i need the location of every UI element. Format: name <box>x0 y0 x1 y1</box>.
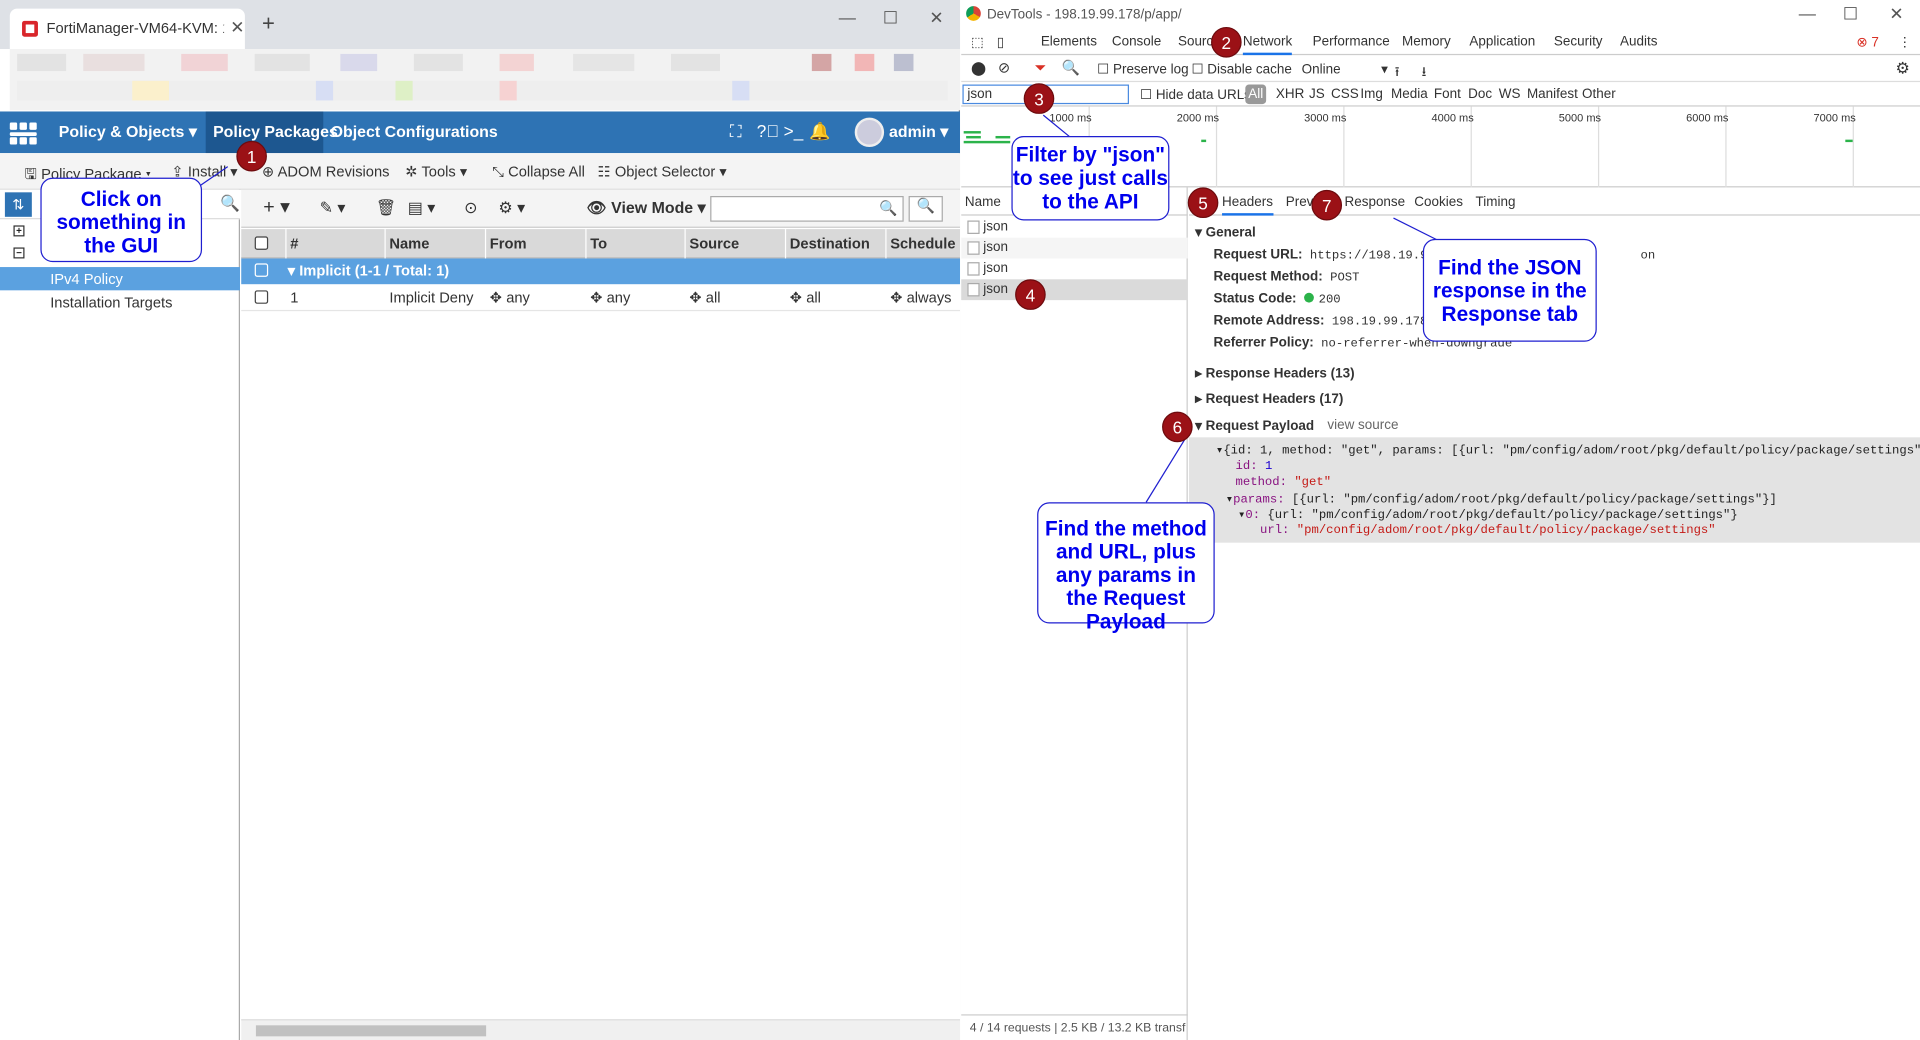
step-badge-2: 2 <box>1211 26 1242 58</box>
step-badge-1: 1 <box>236 140 267 172</box>
callout-click-gui: Click on something in the GUI <box>40 177 203 263</box>
callout-json-response: Find the JSON response in the Response t… <box>1422 238 1597 342</box>
callout-filter-json: Filter by "json" to see just calls to th… <box>1011 135 1170 221</box>
step-badge-6: 6 <box>1162 411 1193 443</box>
screenshot-stage: FortiManager-VM64-KVM: 198.1 ✕ + — ☐ ✕ P… <box>0 0 1920 1040</box>
step-badge-7: 7 <box>1311 189 1343 221</box>
callout-method-url-params: Find the method and URL, plus any params… <box>1037 502 1215 633</box>
step-badge-5: 5 <box>1187 187 1219 219</box>
step-badge-4: 4 <box>1015 279 1046 310</box>
annotation-pointer-lines <box>188 114 1448 503</box>
step-badge-3: 3 <box>1023 83 1055 114</box>
